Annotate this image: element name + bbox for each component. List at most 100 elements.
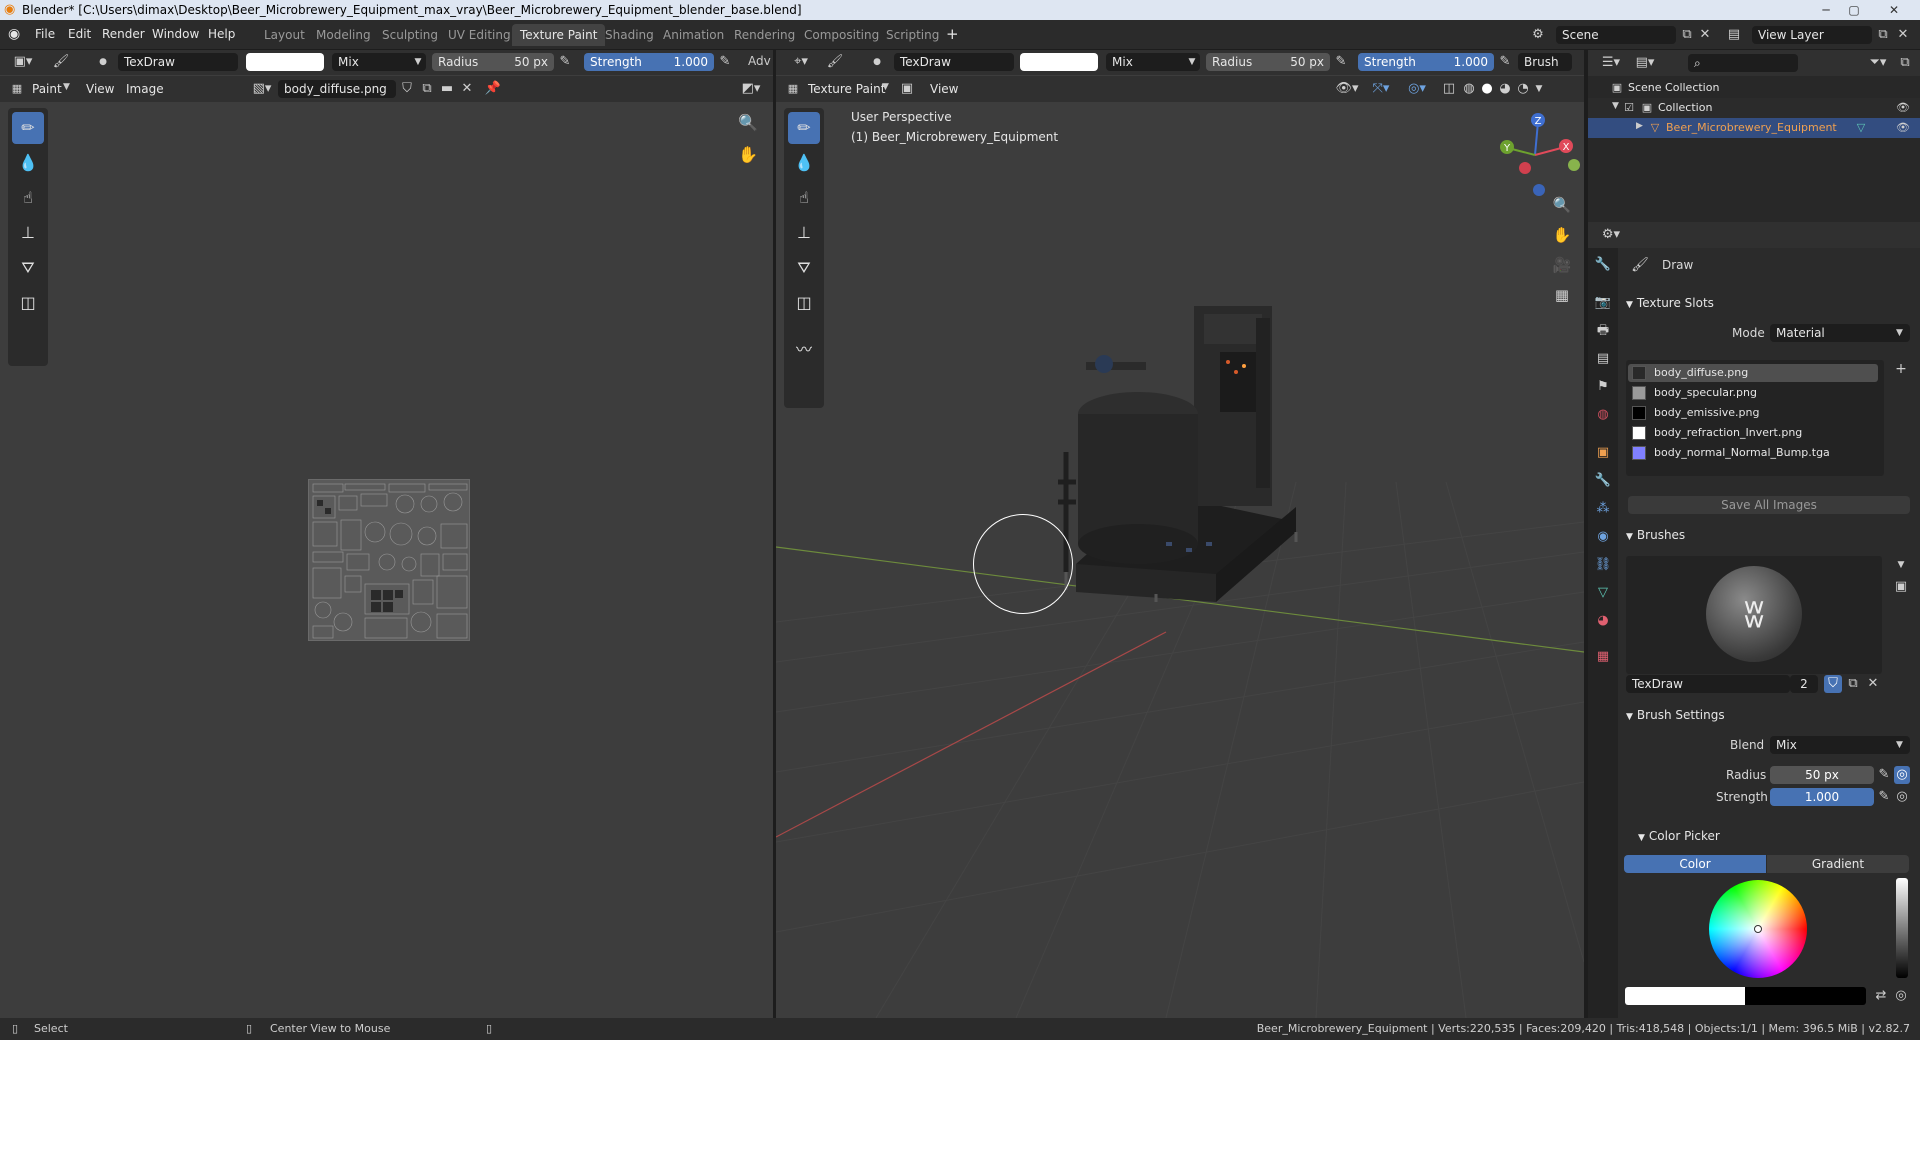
soften-tool-icon[interactable]: 💧 [788, 147, 820, 179]
texture-slot-item[interactable]: body_emissive.png [1628, 404, 1878, 422]
radius-slider[interactable]: Radius 50 px [1206, 53, 1330, 71]
output-tab-icon[interactable]: 🖶 [1592, 322, 1614, 340]
particles-tab-icon[interactable]: ⁂ [1592, 500, 1614, 518]
mask-tool-icon[interactable]: ◫ [12, 287, 44, 319]
mask-tool-icon[interactable]: ◫ [788, 287, 820, 319]
unified-strength-icon[interactable]: ◎ [1894, 788, 1910, 806]
physics-tab-icon[interactable]: ◉ [1592, 528, 1614, 546]
add-slot-icon[interactable]: + [1892, 360, 1910, 378]
navigation-gizmo[interactable]: Z X Y [1490, 110, 1580, 200]
color-wheel-cursor[interactable] [1754, 925, 1762, 933]
image-browse-icon[interactable]: ▧▾ [250, 80, 274, 98]
fake-user-shield-icon[interactable]: ⛉ [1824, 675, 1842, 693]
ortho-grid-icon[interactable]: ▦ [1550, 286, 1574, 304]
color-picker-panel-header[interactable]: ▼ Color Picker [1638, 824, 1920, 848]
blend-dropdown[interactable]: Mix [1770, 736, 1910, 754]
tab-uv-editing[interactable]: UV Editing [440, 24, 519, 46]
eye-icon[interactable]: 👁 [1894, 119, 1912, 137]
unified-color-icon[interactable]: ◎ [1892, 987, 1910, 1005]
render-tab-icon[interactable]: 📷 [1592, 294, 1614, 312]
tab-shading[interactable]: Shading [597, 24, 662, 46]
tab-animation[interactable]: Animation [655, 24, 732, 46]
mask-toggle-icon[interactable]: ▣ [898, 80, 916, 98]
texture-slot-item[interactable]: body_refraction_Invert.png [1628, 424, 1878, 442]
brush-name-field[interactable]: TexDraw [118, 53, 238, 71]
outliner-row-scene-collection[interactable]: ▣ Scene Collection [1588, 78, 1920, 98]
strength-slider[interactable]: Strength 1.000 [1358, 53, 1494, 71]
tab-color[interactable]: Color [1624, 855, 1766, 873]
gizmo-icon[interactable]: ⤧▾ [1366, 80, 1396, 98]
texture-tab-icon[interactable]: ▦ [1592, 648, 1614, 666]
secondary-color-swatch[interactable] [1745, 987, 1866, 1005]
radius-slider[interactable]: 50 px [1770, 766, 1874, 784]
pan-hand-icon[interactable]: ✋ [736, 146, 760, 164]
rendered-shading-icon[interactable]: ◔ [1514, 80, 1532, 98]
brush-color-swatch[interactable] [246, 53, 324, 71]
visibility-icon[interactable]: 👁▾ [1332, 80, 1362, 98]
brush-settings-panel-header[interactable]: ▼ Brush Settings [1626, 703, 1916, 727]
tab-rendering[interactable]: Rendering [726, 24, 803, 46]
outliner-search-input[interactable]: ⌕ [1688, 54, 1798, 72]
menu-image[interactable]: Image [126, 82, 164, 96]
brush-menu-dropdown[interactable]: Brush [1518, 53, 1572, 71]
brushes-panel-header[interactable]: ▼ Brushes [1626, 523, 1916, 547]
texture-slot-item[interactable]: body_normal_Normal_Bump.tga [1628, 444, 1878, 462]
filter-icon[interactable]: ⏷▾ [1864, 54, 1892, 72]
smear-tool-icon[interactable]: ☝ [12, 182, 44, 214]
texture-canvas[interactable] [308, 479, 470, 641]
tool-tab-icon[interactable]: 🔧 [1592, 256, 1614, 274]
solid-shading-icon[interactable]: ● [1478, 80, 1496, 98]
pin-icon[interactable]: 📌 [484, 80, 502, 98]
editor-type-icon[interactable]: ⚙▾ [1596, 226, 1626, 244]
unlink-brush-icon[interactable]: ✕ [1864, 675, 1882, 693]
menu-edit[interactable]: Edit [68, 27, 91, 41]
maximize-button[interactable]: ▢ [1840, 0, 1868, 20]
camera-view-icon[interactable]: 🎥 [1550, 256, 1574, 274]
outliner-row-collection[interactable]: ▼ ☑ ▣ Collection 👁 [1588, 98, 1920, 118]
expand-arrow-icon[interactable]: ▶ [1636, 121, 1643, 131]
view-layer-tab-icon[interactable]: ▤ [1592, 350, 1614, 368]
scene-selector[interactable]: Scene [1556, 26, 1676, 44]
material-tab-icon[interactable]: ◕ [1592, 612, 1614, 630]
zoom-icon[interactable]: 🔍 [736, 114, 760, 132]
clone-tool-icon[interactable]: ⊥ [788, 217, 820, 249]
overlays-icon[interactable]: ◎▾ [1402, 80, 1432, 98]
microbrewery-model[interactable] [1046, 302, 1306, 612]
mesh-data-tab-icon[interactable]: ▽ [1592, 584, 1614, 602]
new-view-layer-icon[interactable]: ⧉ [1874, 26, 1892, 44]
paint-mode-dropdown[interactable]: Paint [32, 82, 62, 96]
fill-tool-icon[interactable]: ⛛ [12, 252, 44, 284]
open-image-folder-icon[interactable]: ▬ [438, 80, 456, 98]
chevron-down-icon[interactable]: ▼ [1892, 556, 1910, 574]
object-tab-icon[interactable]: ▣ [1592, 444, 1614, 462]
radius-slider[interactable]: Radius 50 px [432, 53, 554, 71]
menu-file[interactable]: File [35, 27, 55, 41]
unlink-image-icon[interactable]: ✕ [458, 80, 476, 98]
tab-sculpting[interactable]: Sculpting [374, 24, 446, 46]
new-collection-icon[interactable]: ⧉ [1896, 54, 1914, 72]
menu-window[interactable]: Window [152, 27, 199, 41]
editor-type-icon[interactable]: ▣▾ [8, 53, 38, 71]
smear-tool-icon[interactable]: ☝ [788, 182, 820, 214]
view-layer-selector[interactable]: View Layer [1752, 26, 1872, 44]
editor-type-icon[interactable]: ⌖▾ [786, 53, 816, 71]
pressure-pen-icon[interactable]: ✎ [1876, 766, 1892, 784]
clone-tool-icon[interactable]: ⊥ [12, 217, 44, 249]
fake-user-shield-icon[interactable]: ⛉ [398, 80, 416, 98]
tab-modeling[interactable]: Modeling [308, 24, 379, 46]
modifier-tab-icon[interactable]: 🔧 [1592, 472, 1614, 490]
delete-view-layer-icon[interactable]: ✕ [1894, 26, 1912, 44]
slot-mode-dropdown[interactable]: Material [1770, 324, 1910, 342]
checkbox-icon[interactable]: ☑ [1622, 99, 1636, 117]
brush-preview-box[interactable]: ʬ [1626, 556, 1882, 674]
tab-scripting[interactable]: Scripting [878, 24, 947, 46]
tab-layout[interactable]: Layout [256, 24, 313, 46]
menu-view[interactable]: View [86, 82, 114, 96]
add-workspace-icon[interactable]: + [946, 25, 959, 43]
strength-pressure-icon[interactable]: ✎ [1496, 53, 1514, 71]
new-image-icon[interactable]: ⧉ [418, 80, 436, 98]
value-slider[interactable] [1896, 878, 1908, 978]
tab-texture-paint[interactable]: Texture Paint [512, 24, 606, 46]
material-shading-icon[interactable]: ◕ [1496, 80, 1514, 98]
brush-color-swatch[interactable] [1020, 53, 1098, 71]
